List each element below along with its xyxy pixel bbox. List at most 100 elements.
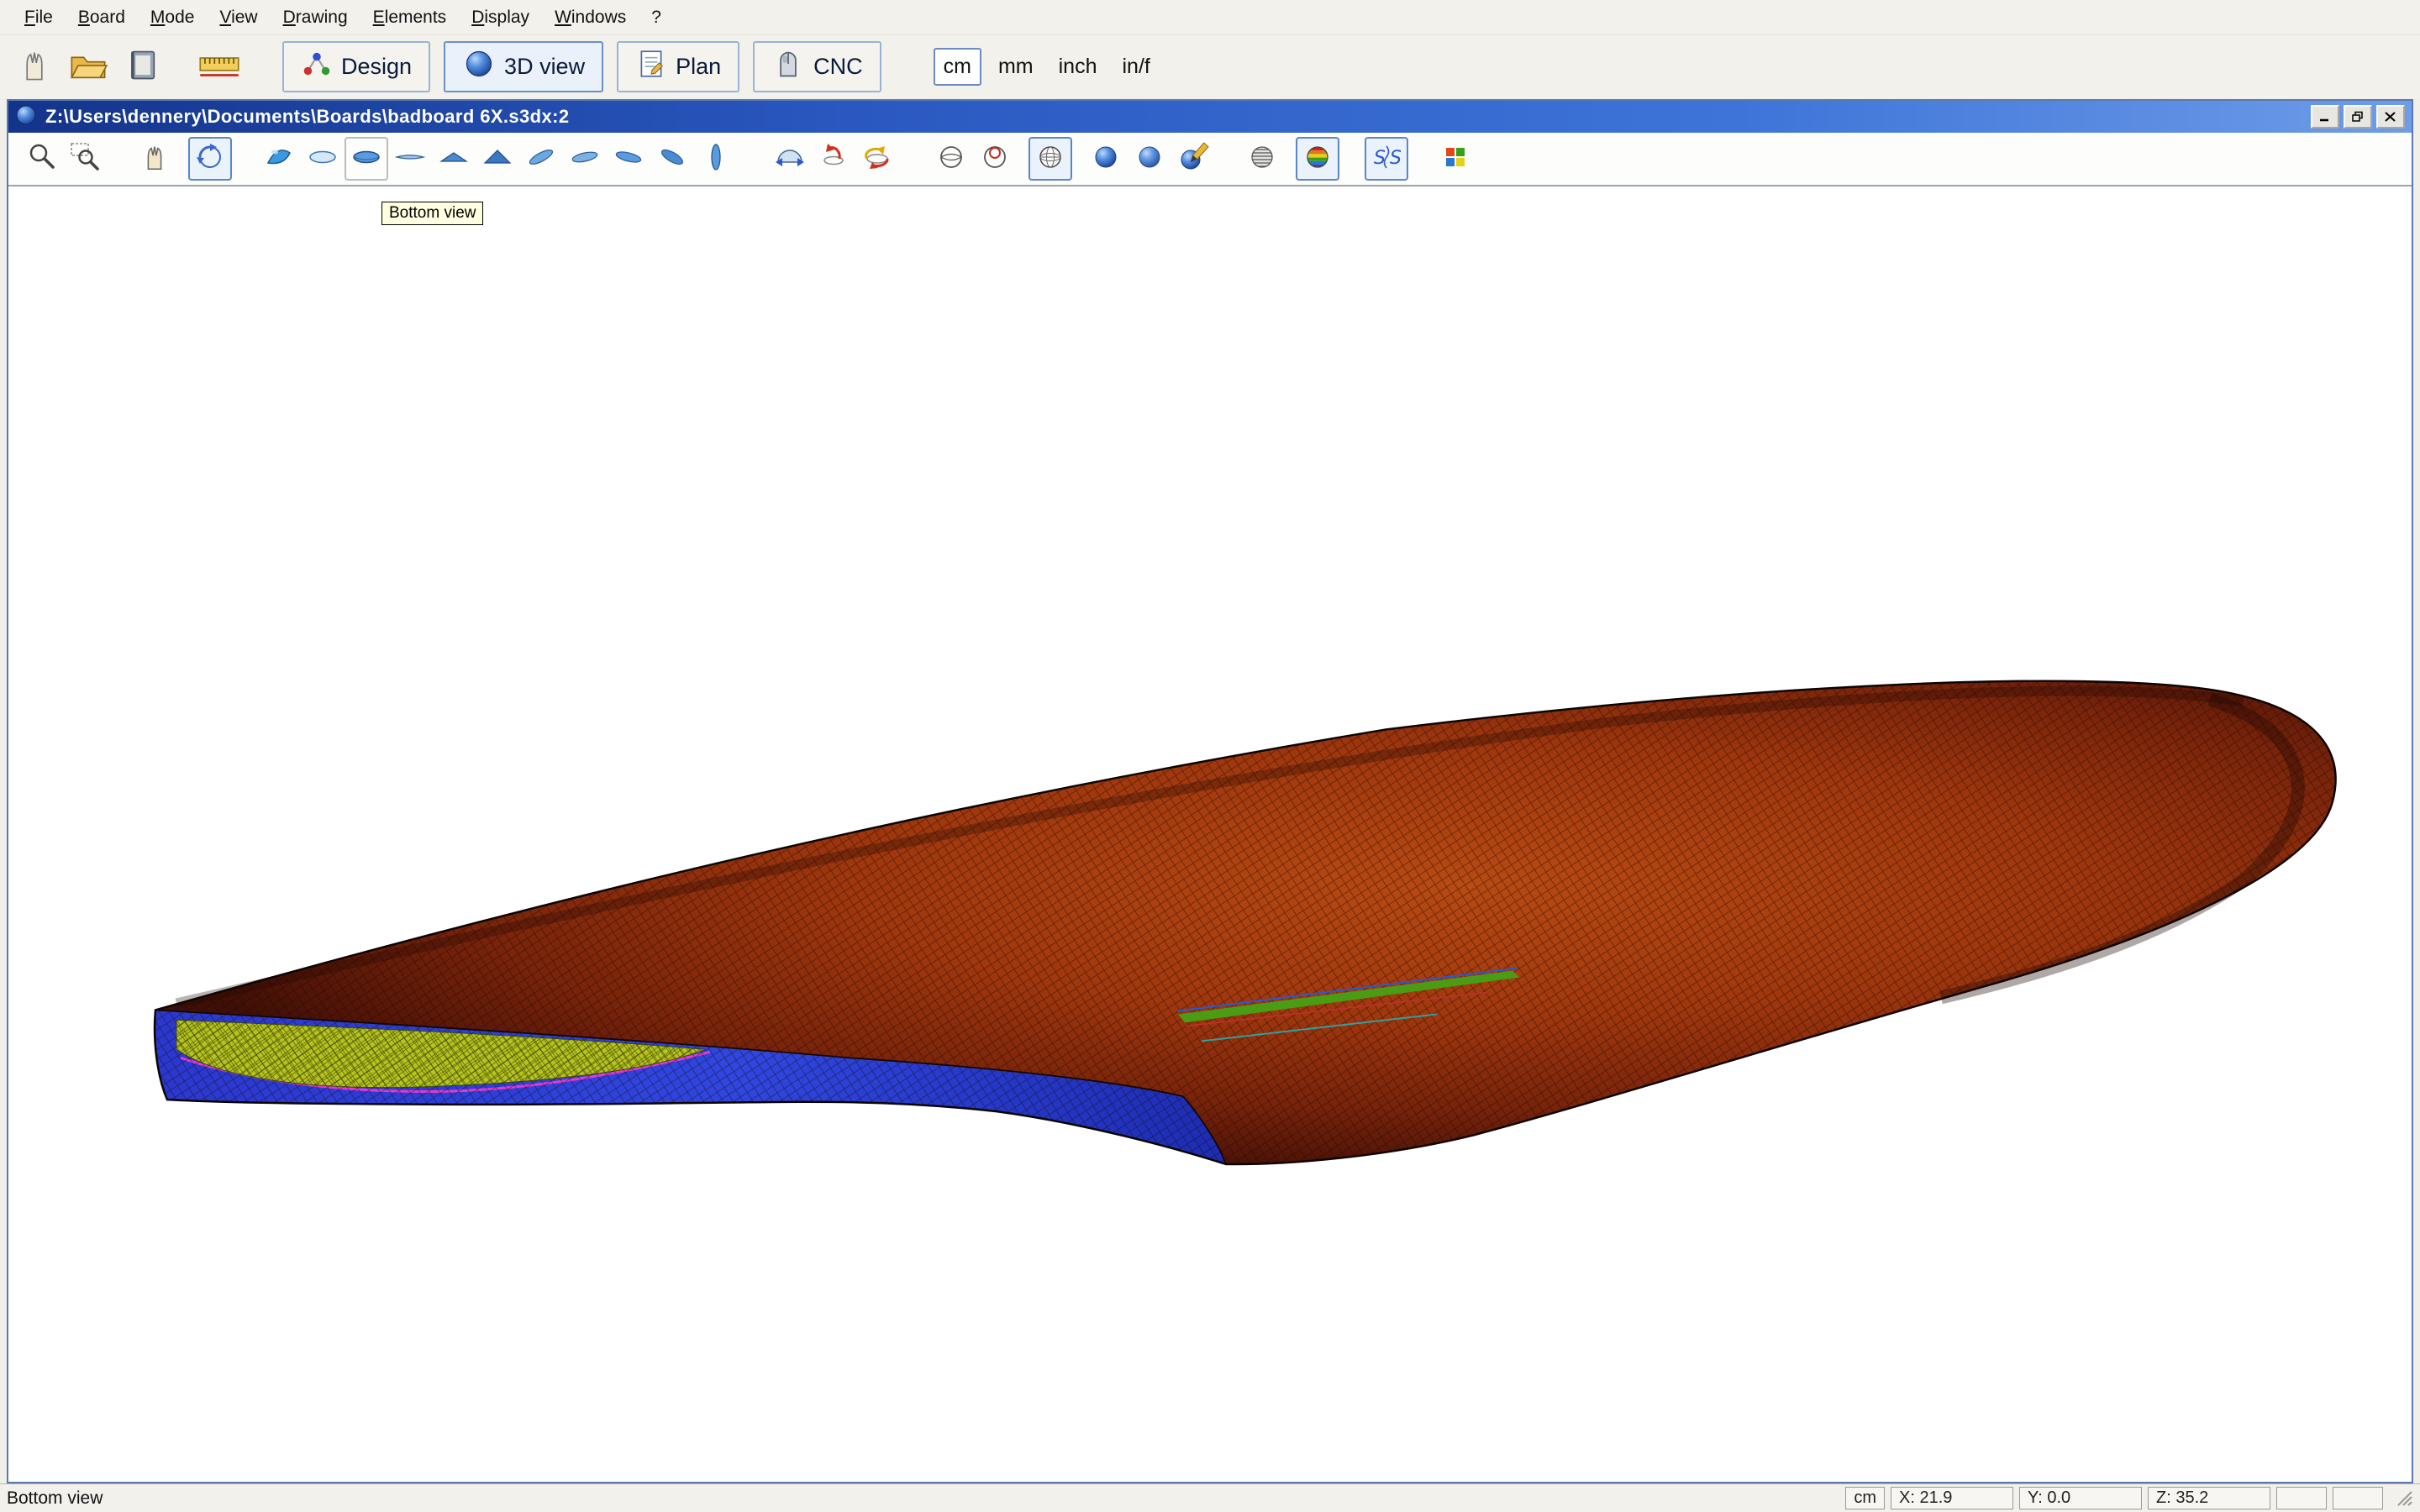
smooth-sphere-button[interactable] xyxy=(1128,137,1171,181)
unit-mm-button[interactable]: mm xyxy=(990,50,1042,84)
color-bands-sphere-button[interactable] xyxy=(1296,137,1339,181)
slices-sphere-icon xyxy=(1245,140,1279,178)
flip-view-icon xyxy=(773,140,807,178)
zoom-button[interactable] xyxy=(20,137,64,181)
menu-item-display[interactable]: Display xyxy=(459,3,542,32)
window-title: Z:\Users\dennery\Documents\Boards\badboa… xyxy=(45,106,2307,128)
unit-cm-button[interactable]: cm xyxy=(934,48,981,86)
rotate-3d-icon xyxy=(193,140,227,178)
board-3d-icon xyxy=(262,140,296,178)
menu-item-file[interactable]: File xyxy=(12,3,66,32)
status-empty-box-1 xyxy=(2276,1487,2327,1509)
perspective-view-2-icon xyxy=(568,140,602,178)
rotate-horizontal-button[interactable] xyxy=(855,137,899,181)
color-map-icon xyxy=(1439,140,1472,178)
curvature-button[interactable]: SS xyxy=(1365,137,1408,181)
design-mode-label: Design xyxy=(341,54,412,80)
3d-view-icon xyxy=(462,47,496,87)
perspective-view-3-icon xyxy=(612,140,645,178)
shaded-sphere-icon xyxy=(1089,140,1123,178)
perspective-view-1-button[interactable] xyxy=(519,137,563,181)
pan-button[interactable] xyxy=(133,137,176,181)
plan-mode-label: Plan xyxy=(676,54,721,80)
document-title-bar[interactable]: Z:\Users\dennery\Documents\Boards\badboa… xyxy=(8,101,2412,133)
rotate-view-button[interactable] xyxy=(188,137,232,181)
minimize-button[interactable] xyxy=(2311,105,2339,129)
vertical-view-icon xyxy=(699,140,733,178)
top-view-button[interactable] xyxy=(301,137,345,181)
vertical-view-button[interactable] xyxy=(694,137,738,181)
back-view-icon xyxy=(481,140,514,178)
menu-item-elements[interactable]: Elements xyxy=(360,3,460,32)
color-map-button[interactable] xyxy=(1434,137,1477,181)
dimensions-button[interactable] xyxy=(195,43,244,92)
board-3d-view-button[interactable] xyxy=(257,137,301,181)
save-board-button[interactable] xyxy=(118,43,166,92)
cnc-mode-button[interactable]: CNC xyxy=(753,41,881,92)
color-bands-sphere-icon xyxy=(1301,140,1334,178)
hand-tool-button[interactable] xyxy=(10,43,59,92)
flip-view-button[interactable] xyxy=(768,137,812,181)
menu-item-board[interactable]: Board xyxy=(66,3,138,32)
rotate-horizontal-icon xyxy=(860,140,894,178)
shaded-sphere-button[interactable] xyxy=(1084,137,1128,181)
plan-mode-button[interactable]: Plan xyxy=(617,41,739,92)
status-y-coordinate: Y: 0.0 xyxy=(2019,1487,2142,1509)
texture-sphere-button[interactable] xyxy=(1171,137,1215,181)
mode-button-group: Design 3D view Plan CNC xyxy=(282,41,881,92)
smooth-sphere-icon xyxy=(1133,140,1166,178)
open-folder-icon xyxy=(68,46,108,87)
status-bar: Bottom view cm X: 21.9 Y: 0.0 Z: 35.2 xyxy=(0,1483,2420,1512)
perspective-view-2-button[interactable] xyxy=(563,137,607,181)
3d-view-mode-button[interactable]: 3D view xyxy=(444,41,603,92)
rotate-vertical-icon xyxy=(817,140,850,178)
cnc-mode-label: CNC xyxy=(813,54,863,80)
menu-item-help[interactable]: ? xyxy=(639,3,674,32)
unit-inf-button[interactable]: in/f xyxy=(1113,50,1158,84)
wireframe-contour-red-button[interactable] xyxy=(973,137,1017,181)
rotate-vertical-button[interactable] xyxy=(812,137,855,181)
status-view-label: Bottom view xyxy=(7,1488,103,1509)
application-window: File Board Mode View Drawing Elements Di… xyxy=(0,0,2420,1512)
menu-item-windows[interactable]: Windows xyxy=(542,3,639,32)
status-x-coordinate: X: 21.9 xyxy=(1891,1487,2013,1509)
zoom-icon xyxy=(25,140,59,178)
slices-sphere-button[interactable] xyxy=(1240,137,1284,181)
wireframe-contour-button[interactable] xyxy=(929,137,973,181)
unit-inch-button[interactable]: inch xyxy=(1050,50,1106,84)
document-icon xyxy=(15,104,37,130)
side-view-button[interactable] xyxy=(388,137,432,181)
perspective-view-4-icon xyxy=(655,140,689,178)
save-icon xyxy=(124,46,160,87)
front-view-icon xyxy=(437,140,471,178)
bottom-view-button[interactable] xyxy=(345,137,388,181)
texture-pencil-icon xyxy=(1176,140,1210,178)
status-empty-box-2 xyxy=(2333,1487,2383,1509)
board-3d-render[interactable] xyxy=(8,186,2412,1482)
front-view-button[interactable] xyxy=(432,137,476,181)
perspective-view-3-button[interactable] xyxy=(607,137,650,181)
close-button[interactable] xyxy=(2376,105,2405,129)
back-view-button[interactable] xyxy=(476,137,519,181)
svg-text:S: S xyxy=(1390,148,1402,169)
menu-item-mode[interactable]: Mode xyxy=(138,3,208,32)
status-unit-box: cm xyxy=(1845,1487,1885,1509)
wireframe-sphere-icon xyxy=(1034,140,1067,178)
resize-grip[interactable] xyxy=(2391,1485,2413,1512)
view-toolbar: SS xyxy=(8,133,2412,186)
menu-item-drawing[interactable]: Drawing xyxy=(271,3,360,32)
wireframe-contour-icon xyxy=(934,140,968,178)
status-z-coordinate: Z: 35.2 xyxy=(2148,1487,2270,1509)
wireframe-sphere-button[interactable] xyxy=(1028,137,1072,181)
canvas-3d-view[interactable]: Bottom view xyxy=(8,186,2412,1482)
ruler-icon xyxy=(198,45,240,88)
design-mode-button[interactable]: Design xyxy=(282,41,430,92)
perspective-view-4-button[interactable] xyxy=(650,137,694,181)
menu-bar: File Board Mode View Drawing Elements Di… xyxy=(0,0,2420,35)
open-board-button[interactable] xyxy=(64,43,113,92)
menu-item-view[interactable]: View xyxy=(207,3,270,32)
tooltip: Bottom view xyxy=(381,202,483,225)
top-view-icon xyxy=(306,140,339,178)
restore-button[interactable] xyxy=(2344,105,2372,129)
zoom-window-button[interactable] xyxy=(64,137,108,181)
